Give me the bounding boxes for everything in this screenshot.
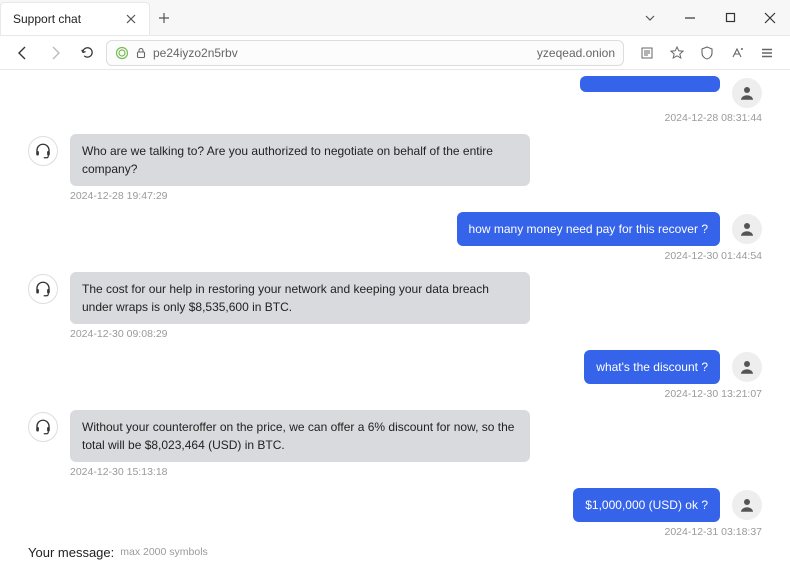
message-input-area[interactable]: Your message: max 2000 symbols	[0, 542, 790, 562]
agent-message-row: Without your counteroffer on the price, …	[28, 410, 762, 462]
back-button[interactable]	[10, 40, 36, 66]
message-label: Your message:	[28, 545, 114, 560]
minimize-button[interactable]	[670, 0, 710, 35]
timestamp: 2024-12-31 03:18:37	[28, 526, 762, 538]
message-bubble: Who are we talking to? Are you authorize…	[70, 134, 530, 186]
forward-button[interactable]	[42, 40, 68, 66]
user-message-row	[28, 76, 762, 108]
address-bar[interactable]: pe24iyzo2n5rbv yzeqead.onion	[106, 40, 624, 66]
agent-message-row: The cost for our help in restoring your …	[28, 272, 762, 324]
chat-content[interactable]: 2024-12-28 08:31:44 Who are we talking to…	[0, 70, 790, 542]
window-controls	[630, 0, 790, 35]
message-bubble	[580, 76, 720, 92]
timestamp: 2024-12-30 01:44:54	[28, 250, 762, 262]
timestamp: 2024-12-30 15:13:18	[70, 466, 762, 478]
reader-icon[interactable]	[634, 40, 660, 66]
extensions-icon[interactable]	[724, 40, 750, 66]
close-window-button[interactable]	[750, 0, 790, 35]
person-icon	[732, 78, 762, 108]
message-hint: max 2000 symbols	[120, 546, 208, 558]
person-icon	[732, 490, 762, 520]
person-icon	[732, 352, 762, 382]
close-tab-icon[interactable]	[125, 13, 137, 25]
bookmark-icon[interactable]	[664, 40, 690, 66]
headset-icon	[28, 274, 58, 304]
browser-toolbar: pe24iyzo2n5rbv yzeqead.onion	[0, 36, 790, 70]
tab-title: Support chat	[13, 12, 115, 26]
title-bar: Support chat	[0, 0, 790, 36]
user-message-row: what's the discount ?	[28, 350, 762, 384]
timestamp: 2024-12-28 19:47:29	[70, 190, 762, 202]
shield-icon[interactable]	[694, 40, 720, 66]
headset-icon	[28, 136, 58, 166]
dropdown-icon[interactable]	[630, 0, 670, 35]
timestamp: 2024-12-28 08:31:44	[28, 112, 762, 124]
browser-tab[interactable]: Support chat	[0, 2, 150, 35]
message-bubble: how many money need pay for this recover…	[457, 212, 720, 246]
menu-button[interactable]	[754, 40, 780, 66]
message-bubble: Without your counteroffer on the price, …	[70, 410, 530, 462]
url-text-suffix: yzeqead.onion	[533, 46, 615, 60]
message-bubble: what's the discount ?	[584, 350, 720, 384]
maximize-button[interactable]	[710, 0, 750, 35]
user-message-row: $1,000,000 (USD) ok ?	[28, 488, 762, 522]
lock-icon	[135, 47, 147, 59]
timestamp: 2024-12-30 13:21:07	[28, 388, 762, 400]
url-mask	[257, 41, 363, 65]
user-message-row: how many money need pay for this recover…	[28, 212, 762, 246]
agent-message-row: Who are we talking to? Are you authorize…	[28, 134, 762, 186]
tor-icon	[115, 46, 129, 60]
message-bubble: The cost for our help in restoring your …	[70, 272, 530, 324]
timestamp: 2024-12-30 09:08:29	[70, 328, 762, 340]
message-bubble: $1,000,000 (USD) ok ?	[573, 488, 720, 522]
reload-button[interactable]	[74, 40, 100, 66]
new-tab-button[interactable]	[150, 0, 178, 35]
headset-icon	[28, 412, 58, 442]
person-icon	[732, 214, 762, 244]
url-text-prefix: pe24iyzo2n5rbv	[153, 46, 238, 60]
